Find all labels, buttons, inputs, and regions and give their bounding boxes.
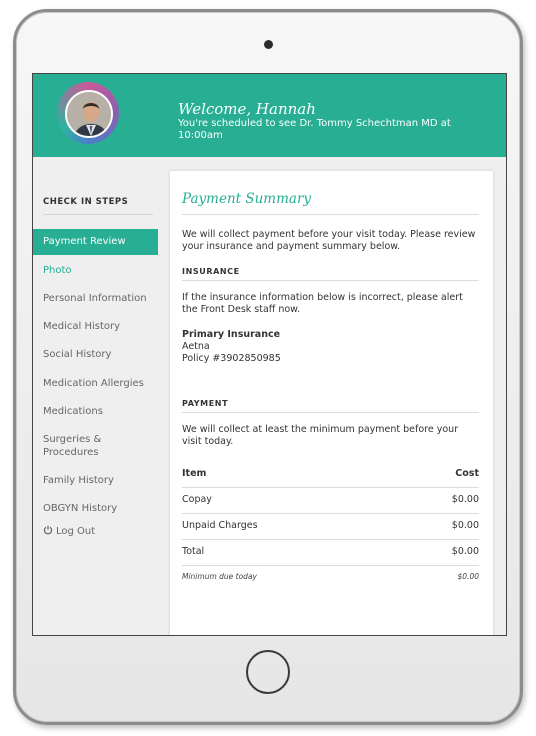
logout-link[interactable]: Log Out <box>43 525 163 539</box>
table-header-cost: Cost <box>455 468 479 479</box>
divider <box>43 214 153 215</box>
sidebar-item-medication-allergies[interactable]: Medication Allergies <box>43 377 163 390</box>
payment-note: We will collect at least the minimum pay… <box>182 424 459 447</box>
row-unpaid-cost: $0.00 <box>451 520 479 531</box>
divider <box>182 214 479 215</box>
row-total-cost: $0.00 <box>451 546 479 557</box>
page-title: Payment Summary <box>182 191 312 207</box>
doctor-avatar <box>57 82 119 144</box>
welcome-header: Welcome, Hannah You're scheduled to see … <box>33 74 506 157</box>
insurance-note: If the insurance information below is in… <box>182 292 463 315</box>
insurance-section-label: INSURANCE <box>182 267 240 276</box>
logout-label: Log Out <box>56 526 96 537</box>
row-unpaid-label: Unpaid Charges <box>182 520 258 531</box>
payment-summary-card: Payment Summary We will collect payment … <box>170 171 493 635</box>
sidebar-item-family-history[interactable]: Family History <box>43 474 163 487</box>
divider <box>182 565 479 566</box>
row-copay-cost: $0.00 <box>451 494 479 505</box>
divider <box>182 280 479 281</box>
minimum-due-value: $0.00 <box>457 572 479 581</box>
divider <box>182 487 479 488</box>
sidebar-title: CHECK IN STEPS <box>43 197 129 207</box>
home-button[interactable] <box>246 650 290 694</box>
intro-text: We will collect payment before your visi… <box>182 229 476 252</box>
sidebar-item-photo[interactable]: Photo <box>43 264 163 277</box>
row-total-label: Total <box>182 546 205 557</box>
table-header-item: Item <box>182 468 207 479</box>
divider <box>182 412 479 413</box>
sidebar-item-obgyn-history[interactable]: OBGYN History <box>43 502 163 515</box>
appointment-text: You're scheduled to see Dr. Tommy Schech… <box>178 118 451 141</box>
app-screen: Welcome, Hannah You're scheduled to see … <box>32 73 507 636</box>
minimum-due-label: Minimum due today <box>182 572 257 581</box>
sidebar-item-payment-review[interactable]: Payment Review <box>33 229 158 255</box>
divider <box>182 539 479 540</box>
sidebar-item-surgeries-procedures[interactable]: Surgeries & Procedures <box>43 433 113 459</box>
divider <box>182 513 479 514</box>
row-copay-label: Copay <box>182 494 212 505</box>
primary-insurance-label: Primary Insurance <box>182 329 281 340</box>
power-icon <box>43 525 53 539</box>
camera-dot <box>264 40 273 49</box>
sidebar-item-medical-history[interactable]: Medical History <box>43 320 163 333</box>
sidebar-item-social-history[interactable]: Social History <box>43 348 163 361</box>
insurance-provider: Aetna <box>182 341 210 352</box>
payment-section-label: PAYMENT <box>182 399 229 408</box>
sidebar-item-personal-information[interactable]: Personal Information <box>43 292 163 305</box>
avatar <box>65 90 113 138</box>
sidebar-item-medications[interactable]: Medications <box>43 405 163 418</box>
insurance-policy: Policy #3902850985 <box>182 353 281 364</box>
welcome-heading: Welcome, Hannah <box>178 100 316 118</box>
